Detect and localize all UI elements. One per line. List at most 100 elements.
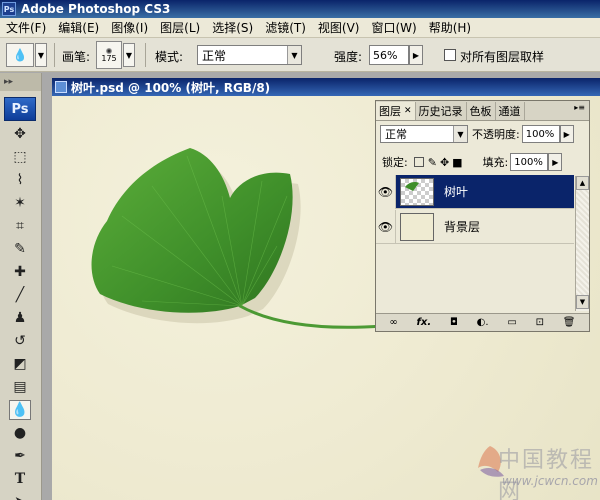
tab-history[interactable]: 历史记录 [416, 102, 467, 120]
menu-edit[interactable]: 编辑(E) [52, 19, 105, 36]
brush-picker[interactable]: 175 [96, 41, 122, 69]
mode-select[interactable]: 正常 ▼ [197, 45, 302, 65]
layer-name: 背景层 [444, 220, 481, 234]
path-selection-tool-icon[interactable]: ➤ [9, 492, 31, 500]
adjustment-icon[interactable]: ◐. [477, 317, 489, 328]
strength-slider-button[interactable]: ▶ [409, 45, 423, 65]
layers-panel: 图层 ✕ 历史记录 色板 通道 ▸≡ 正常 ▼ 不透明度: 100% ▶ 锁定:… [375, 100, 590, 332]
strength-input[interactable]: 56% [369, 45, 409, 65]
brush-tool-icon[interactable]: ╱ [9, 285, 31, 305]
options-bar: 💧 ▼ 画笔: 175 ▼ 模式: 正常 ▼ 强度: 56% ▶ 对所有图层取样 [0, 38, 600, 72]
divider [145, 43, 146, 67]
lock-label: 锁定: [382, 156, 408, 169]
layers-panel-tabs: 图层 ✕ 历史记录 色板 通道 ▸≡ [376, 101, 589, 121]
strength-label: 强度: [334, 50, 363, 64]
panel-menu-icon[interactable]: ▸≡ [574, 103, 585, 112]
opacity-input[interactable]: 100% [521, 125, 560, 143]
lasso-tool-icon[interactable]: ⌇ [9, 170, 31, 190]
photoshop-logo-icon[interactable]: Ps [4, 97, 36, 121]
group-icon[interactable]: ▭ [507, 317, 516, 328]
menu-select[interactable]: 选择(S) [206, 19, 259, 36]
eraser-tool-icon[interactable]: ◩ [9, 354, 31, 374]
menu-view[interactable]: 视图(V) [312, 19, 366, 36]
menu-help[interactable]: 帮助(H) [423, 19, 477, 36]
pen-tool-icon[interactable]: ✒ [9, 446, 31, 466]
fx-icon[interactable]: fx. [417, 317, 432, 328]
photoshop-icon: Ps [2, 2, 16, 16]
menu-layer[interactable]: 图层(L) [154, 19, 206, 36]
sample-all-layers-label: 对所有图层取样 [460, 50, 545, 64]
mode-label: 模式: [155, 50, 184, 64]
marquee-tool-icon[interactable]: ⬚ [9, 147, 31, 167]
layer-thumbnail [400, 177, 434, 206]
tab-layers-label: 图层 [379, 105, 401, 118]
brush-dropdown[interactable]: ▼ [123, 43, 135, 67]
menu-image[interactable]: 图像(I) [105, 19, 154, 36]
blend-row: 正常 ▼ 不透明度: 100% ▶ [376, 125, 589, 143]
scroll-track[interactable] [576, 190, 589, 295]
layer-name: 树叶 [444, 185, 469, 199]
tab-swatches[interactable]: 色板 [467, 102, 496, 120]
brush-label: 画笔: [62, 50, 91, 64]
scroll-up-icon[interactable]: ▲ [576, 176, 589, 190]
watermark-url: www.jcwcn.com [502, 474, 598, 488]
healing-tool-icon[interactable]: ✚ [9, 262, 31, 282]
opacity-slider-button[interactable]: ▶ [559, 125, 574, 143]
gradient-tool-icon[interactable]: ▤ [9, 377, 31, 397]
menu-filter[interactable]: 滤镜(T) [259, 19, 312, 36]
tool-preset-dropdown[interactable]: ▼ [35, 43, 47, 67]
chevron-down-icon: ▼ [287, 46, 301, 64]
layers-scrollbar[interactable]: ▲ ▼ [575, 176, 589, 311]
opacity-value: 100% [525, 128, 555, 140]
tab-channels[interactable]: 通道 [496, 102, 525, 120]
strength-value: 56% [373, 48, 398, 62]
mask-icon[interactable]: ◘ [450, 317, 458, 328]
history-brush-tool-icon[interactable]: ↺ [9, 331, 31, 351]
tools-panel-grip[interactable]: ▸▸ [0, 73, 41, 91]
document-title-bar[interactable]: 树叶.psd @ 100% (树叶, RGB/8) [52, 78, 600, 96]
clone-stamp-tool-icon[interactable]: ♟ [9, 308, 31, 328]
tools-panel: ▸▸ Ps ✥ ⬚ ⌇ ✶ ⌗ ✎ ✚ ╱ ♟ ↺ ◩ ▤ 💧 ● ✒ T ➤ [0, 73, 42, 500]
fill-value: 100% [514, 156, 543, 168]
watermark-text: 中国教程网 [498, 448, 595, 500]
app-title-bar: Ps Adobe Photoshop CS3 [0, 0, 600, 18]
sample-all-layers-checkbox[interactable] [444, 49, 456, 61]
app-title: Adobe Photoshop CS3 [21, 2, 171, 16]
blur-tool-preset-button[interactable]: 💧 [6, 43, 34, 67]
eye-icon[interactable]: 👁 [376, 174, 396, 209]
close-icon[interactable]: ✕ [404, 106, 412, 116]
type-tool-icon[interactable]: T [9, 469, 31, 489]
fill-slider-button[interactable]: ▶ [548, 153, 563, 171]
move-tool-icon[interactable]: ✥ [9, 124, 31, 144]
menu-file[interactable]: 文件(F) [0, 19, 52, 36]
layer-row-background[interactable]: 👁 背景层 [376, 209, 574, 244]
menu-bar: 文件(F) 编辑(E) 图像(I) 图层(L) 选择(S) 滤镜(T) 视图(V… [0, 18, 600, 38]
brush-size: 175 [101, 53, 117, 63]
magic-wand-tool-icon[interactable]: ✶ [9, 193, 31, 213]
link-icon[interactable]: ∞ [389, 317, 397, 328]
lock-transparency-icon[interactable] [413, 157, 424, 167]
scroll-down-icon[interactable]: ▼ [576, 295, 589, 309]
chevron-down-icon: ▼ [453, 126, 467, 142]
leaf-thumbnail-icon [405, 181, 419, 191]
trash-icon[interactable]: 🗑 [563, 317, 576, 328]
divider [54, 43, 55, 67]
blur-tool-icon[interactable]: 💧 [9, 400, 31, 420]
tab-layers[interactable]: 图层 ✕ [376, 102, 416, 120]
dodge-tool-icon[interactable]: ● [9, 423, 31, 443]
blend-mode-select[interactable]: 正常 ▼ [380, 125, 468, 143]
crop-tool-icon[interactable]: ⌗ [9, 216, 31, 236]
layer-row-leaf[interactable]: 👁 树叶 [376, 174, 574, 209]
new-layer-icon[interactable]: ⊡ [536, 317, 544, 328]
fill-input[interactable]: 100% [510, 153, 549, 171]
layers-panel-footer: ∞ fx. ◘ ◐. ▭ ⊡ 🗑 [376, 313, 589, 331]
lock-pixels-icon[interactable]: ✎ [428, 156, 437, 169]
watermark: 中国教程网 www.jcwcn.com [470, 440, 598, 500]
eyedropper-tool-icon[interactable]: ✎ [9, 239, 31, 259]
lock-all-icon[interactable]: ■ [452, 156, 462, 169]
menu-window[interactable]: 窗口(W) [365, 19, 422, 36]
eye-icon[interactable]: 👁 [376, 209, 396, 244]
opacity-label: 不透明度: [472, 128, 520, 141]
lock-position-icon[interactable]: ✥ [440, 156, 449, 169]
drop-icon: 💧 [12, 48, 28, 62]
